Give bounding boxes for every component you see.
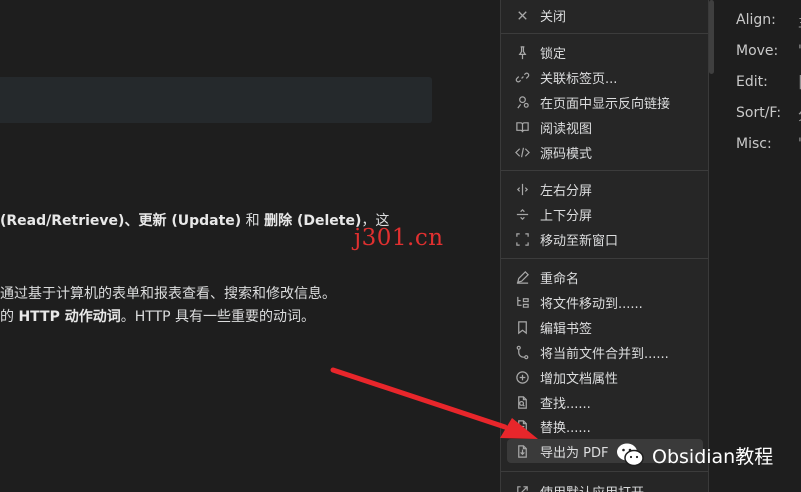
merge-icon — [514, 344, 530, 360]
menu-item-rename[interactable]: 重命名 — [507, 265, 703, 289]
prop-align-label: Align: — [736, 12, 776, 28]
bold-delete: 删除 (Delete) — [264, 213, 362, 229]
plus-circle-icon — [514, 369, 530, 385]
wechat-account-name: Obsidian教程 — [652, 445, 774, 468]
properties-pane: Align: 主 Move: ' Edit: | Sort/F: 分 Misc:… — [709, 0, 801, 492]
menu-separator — [501, 170, 708, 171]
menu-item-label: 源码模式 — [540, 146, 593, 162]
menu-separator — [501, 471, 708, 472]
watermark: j301.cn — [354, 225, 444, 251]
split-horizontal-icon — [514, 206, 530, 222]
menu-item-source-mode[interactable]: 源码模式 — [507, 140, 703, 164]
search-file-icon — [514, 394, 530, 410]
text-de: 的 — [0, 309, 19, 325]
menu-item-new-window[interactable]: 移动至新窗口 — [507, 227, 703, 251]
menu-item-label: 重命名 — [540, 271, 580, 287]
menu-item-label: 使用默认应用打开 — [540, 482, 644, 492]
wechat-badge: Obsidian教程 — [616, 440, 773, 470]
menu-item-label: 阅读视图 — [540, 121, 593, 137]
split-vertical-icon — [514, 181, 530, 197]
bold-http-verbs: HTTP 动作动词 — [18, 309, 121, 325]
menu-item-label: 导出为 PDF — [540, 445, 609, 461]
pin-icon — [514, 44, 530, 60]
menu-item-label: 替换...... — [540, 420, 591, 436]
menu-item-label: 移动至新窗口 — [540, 233, 619, 249]
link-icon — [514, 69, 530, 85]
menu-item-merge-file[interactable]: 将当前文件合并到...... — [507, 340, 703, 364]
menu-item-label: 关闭 — [540, 9, 567, 25]
menu-item-pin[interactable]: 锁定 — [507, 40, 703, 64]
menu-item-edit-bookmark[interactable]: 编辑书签 — [507, 315, 703, 339]
bold-read-retrieve: (Read/Retrieve)、 — [0, 213, 139, 229]
menu-item-label: 上下分屏 — [540, 208, 593, 224]
menu-item-move-file[interactable]: 将文件移动到...... — [507, 290, 703, 314]
code-block — [0, 77, 432, 123]
menu-item-label: 查找...... — [540, 396, 591, 412]
menu-item-split-down[interactable]: 上下分屏 — [507, 202, 703, 226]
menu-item-label: 左右分屏 — [540, 183, 593, 199]
prop-sort-label: Sort/F: — [736, 105, 782, 121]
menu-item-label: 在页面中显示反向链接 — [540, 96, 671, 112]
replace-icon — [514, 418, 530, 434]
bold-update: 更新 (Update) — [138, 213, 242, 229]
editor-line-crud: (Read/Retrieve)、更新 (Update) 和 删除 (Delete… — [0, 210, 389, 230]
pdf-export-icon — [514, 443, 530, 459]
prop-move-label: Move: — [736, 43, 779, 59]
menu-item-backlinks[interactable]: 在页面中显示反向链接 — [507, 90, 703, 114]
menu-item-label: 关联标签页... — [540, 71, 618, 87]
code-icon — [514, 144, 530, 160]
menu-item-link-tab[interactable]: 关联标签页... — [507, 65, 703, 89]
menu-item-label: 编辑书签 — [540, 321, 593, 337]
external-link-icon — [514, 483, 530, 492]
menu-item-label: 增加文档属性 — [540, 371, 619, 387]
menu-separator — [501, 33, 708, 34]
menu-separator — [501, 258, 708, 259]
menu-item-label: 锁定 — [540, 46, 567, 62]
editor-line-http: 的 HTTP 动作动词。HTTP 具有一些重要的动词。 — [0, 306, 315, 326]
menu-item-add-property[interactable]: 增加文档属性 — [507, 365, 703, 389]
bookmark-icon — [514, 319, 530, 335]
prop-edit-label: Edit: — [736, 74, 768, 90]
menu-item-label: 将文件移动到...... — [540, 296, 643, 312]
prop-misc-label: Misc: — [736, 136, 772, 152]
book-open-icon — [514, 119, 530, 135]
menu-item-open-default-app[interactable]: 使用默认应用打开 — [507, 479, 703, 492]
menu-item-replace[interactable]: 替换...... — [507, 414, 703, 438]
editor-line-forms: 通过基于计算机的表单和报表查看、搜索和修改信息。 — [0, 286, 336, 302]
menu-item-split-right[interactable]: 左右分屏 — [507, 177, 703, 201]
menu-item-find[interactable]: 查找...... — [507, 390, 703, 414]
backlinks-icon — [514, 94, 530, 110]
file-context-menu: 关闭 锁定 关联标签页... 在页面中显示反向链接 阅读视图 源码模式 左右分屏… — [500, 0, 709, 492]
menu-item-label: 将当前文件合并到...... — [540, 346, 669, 362]
menu-item-close[interactable]: 关闭 — [507, 3, 703, 27]
move-file-icon — [514, 294, 530, 310]
pencil-icon — [514, 269, 530, 285]
text-and: 和 — [241, 213, 265, 229]
new-window-icon — [514, 231, 530, 247]
text-http-tail: 。HTTP 具有一些重要的动词。 — [120, 309, 316, 325]
scrollbar-thumb[interactable] — [709, 0, 714, 74]
wechat-icon — [617, 443, 644, 467]
menu-item-reading-view[interactable]: 阅读视图 — [507, 115, 703, 139]
close-icon — [514, 7, 530, 23]
